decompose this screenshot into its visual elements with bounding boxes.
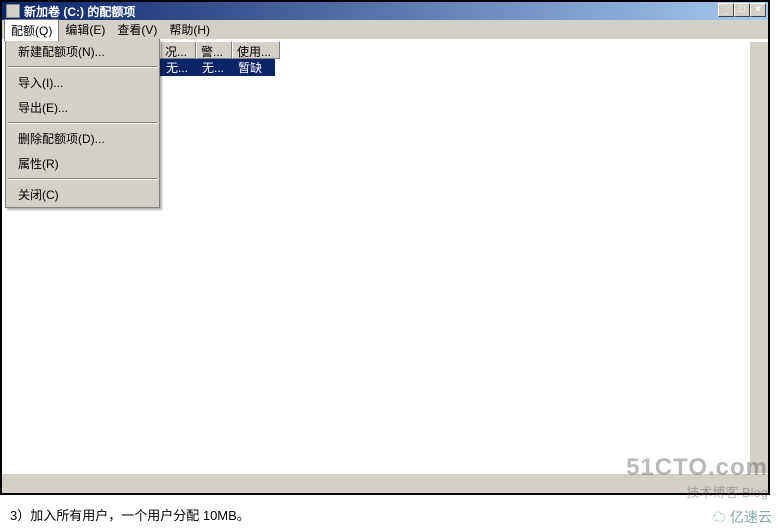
maximize-button[interactable]: □: [734, 3, 750, 17]
cell-warning: 无...: [196, 59, 232, 76]
menu-help[interactable]: 帮助(H): [163, 19, 216, 40]
dd-export[interactable]: 导出(E)...: [6, 95, 159, 120]
dd-import[interactable]: 导入(I)...: [6, 70, 159, 95]
dd-separator: [8, 122, 157, 124]
window-controls: _ □ ×: [718, 3, 766, 17]
titlebar: 新加卷 (C:) 的配额项 _ □ ×: [2, 2, 768, 20]
cell-used: 暂缺: [232, 59, 272, 76]
table-header-row: 况... 警... 使用...: [160, 41, 280, 59]
minimize-button[interactable]: _: [718, 3, 734, 17]
dd-separator: [8, 66, 157, 68]
dd-close[interactable]: 关闭(C): [6, 182, 159, 207]
table-row[interactable]: 无... 无... 暂缺: [160, 59, 275, 76]
col-warning[interactable]: 警...: [196, 41, 232, 59]
dd-new-quota[interactable]: 新建配额项(N)...: [6, 39, 159, 64]
caption-text: 3）加入所有用户，一个用户分配 10MB。: [10, 505, 250, 524]
col-status[interactable]: 况...: [160, 41, 196, 59]
close-button[interactable]: ×: [750, 3, 766, 17]
window-title: 新加卷 (C:) 的配额项: [24, 3, 135, 20]
quota-dropdown: 新建配额项(N)... 导入(I)... 导出(E)... 删除配额项(D)..…: [5, 39, 160, 208]
col-used[interactable]: 使用...: [232, 41, 280, 59]
menubar: 配额(Q) 编辑(E) 查看(V) 帮助(H): [2, 20, 768, 40]
app-icon: [6, 4, 20, 18]
app-window: 新加卷 (C:) 的配额项 _ □ × 配额(Q) 编辑(E) 查看(V) 帮助…: [0, 0, 770, 495]
dd-properties[interactable]: 属性(R): [6, 151, 159, 176]
menu-edit[interactable]: 编辑(E): [59, 19, 111, 40]
watermark-yisu: ☁ 亿速云: [712, 507, 772, 527]
dd-separator: [8, 178, 157, 180]
watermark-line3: 亿速云: [730, 509, 772, 525]
statusbar: [2, 473, 768, 493]
menu-view[interactable]: 查看(V): [111, 19, 163, 40]
scrollbar-vertical[interactable]: [750, 42, 768, 473]
dd-delete-quota[interactable]: 删除配额项(D)...: [6, 126, 159, 151]
cell-status: 无...: [160, 59, 196, 76]
menu-quota[interactable]: 配额(Q): [4, 19, 59, 41]
